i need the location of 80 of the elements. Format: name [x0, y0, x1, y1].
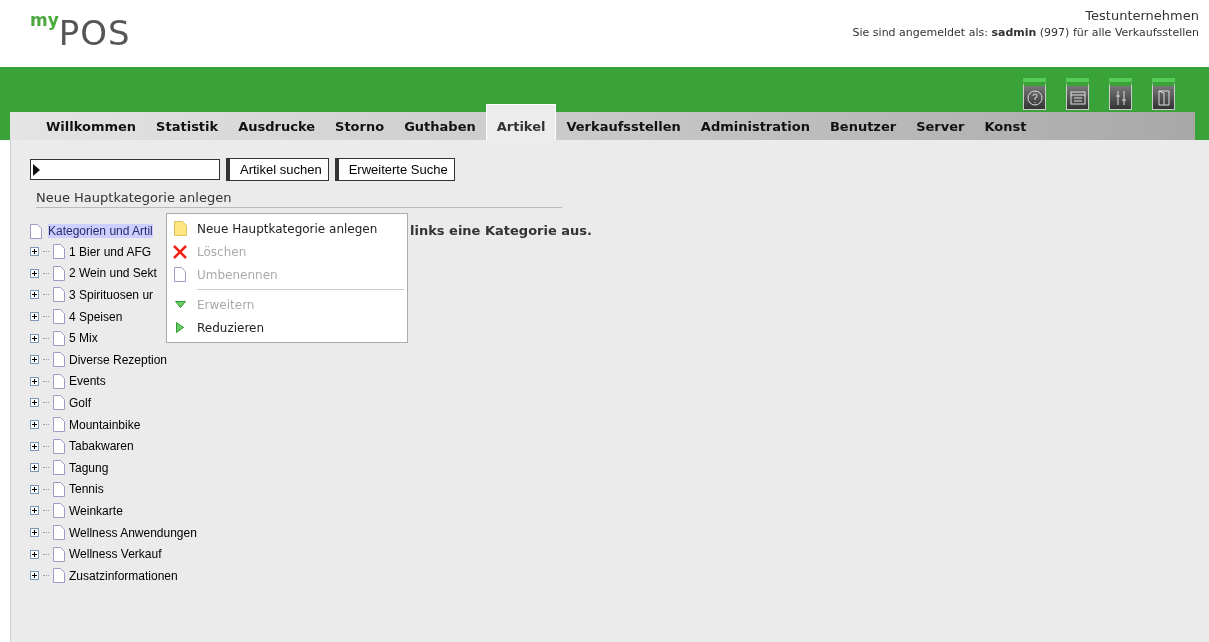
nav-tab[interactable]: Server	[906, 112, 975, 140]
new-category-link[interactable]: Neue Hauptkategorie anlegen	[36, 190, 562, 208]
nav-tab[interactable]: Storno	[325, 112, 395, 140]
nav-tab[interactable]: Konst	[974, 112, 1037, 140]
expand-icon[interactable]	[30, 268, 39, 278]
folder-icon	[173, 221, 187, 236]
tree-item[interactable]: Tabakwaren	[69, 439, 134, 454]
delete-icon	[173, 244, 187, 259]
tree-item[interactable]: Golf	[69, 395, 91, 410]
expand-icon[interactable]	[30, 420, 39, 430]
page-icon	[53, 244, 65, 260]
menu-item[interactable]: Neue Hauptkategorie anlegen	[167, 217, 407, 240]
expand-icon[interactable]	[30, 247, 39, 257]
help-icon[interactable]	[1026, 89, 1043, 106]
page-icon	[53, 481, 65, 497]
tree-item[interactable]: Zusatzinformationen	[69, 568, 178, 583]
nav-tab[interactable]: Benutzer	[819, 112, 907, 140]
expand-icon[interactable]	[30, 549, 39, 559]
door-icon[interactable]	[1157, 89, 1170, 106]
company-name: Testunternehmen	[1084, 8, 1199, 23]
expand-icon[interactable]	[30, 355, 39, 365]
tree-item[interactable]: 4 Speisen	[69, 309, 123, 324]
expand-icon[interactable]	[30, 312, 39, 322]
expand-icon[interactable]	[30, 376, 39, 386]
page-icon	[53, 503, 65, 519]
window-icon[interactable]	[1069, 90, 1086, 105]
page-icon	[53, 395, 65, 411]
tree-item[interactable]: Weinkarte	[69, 503, 123, 518]
expand-icon[interactable]	[30, 528, 39, 537]
tree-item[interactable]: Mountainbike	[69, 417, 141, 432]
page-icon	[53, 417, 65, 433]
page-icon	[53, 546, 65, 562]
page-icon	[53, 309, 65, 325]
page-icon	[53, 373, 65, 389]
right-triangle-icon	[176, 322, 184, 333]
expand-icon[interactable]	[30, 506, 39, 516]
tree-item[interactable]: Tagung	[69, 460, 109, 475]
expand-icon[interactable]	[30, 333, 39, 343]
tree-item[interactable]: 5 Mix	[69, 331, 98, 346]
search-field[interactable]	[30, 159, 220, 180]
page-icon	[30, 223, 42, 239]
tree-root[interactable]: Kategorien und Artil	[48, 224, 153, 238]
page-icon	[174, 267, 186, 282]
page-icon	[53, 438, 65, 454]
caret-icon	[33, 163, 40, 176]
page-icon	[53, 330, 65, 346]
tree-item[interactable]: Diverse Rezeption	[69, 352, 168, 367]
page-icon	[53, 525, 65, 540]
expand-icon[interactable]	[30, 290, 39, 300]
tree-item[interactable]: Events	[69, 374, 106, 389]
tree-item[interactable]: Wellness Anwendungen	[69, 525, 197, 540]
tree-item[interactable]: Tennis	[69, 482, 104, 497]
tree-item[interactable]: 1 Bier und AFG	[69, 244, 152, 259]
hint-text: links eine Kategorie aus.	[410, 223, 592, 238]
expand-icon[interactable]	[30, 463, 39, 473]
expand-icon[interactable]	[30, 441, 39, 451]
down-triangle-icon	[174, 301, 186, 308]
search-button[interactable]: Artikel suchen	[226, 158, 329, 181]
tree-item[interactable]: 3 Spirituosen ur	[69, 288, 154, 302]
expand-icon[interactable]	[30, 571, 39, 581]
nav-tab[interactable]: Statistik	[146, 112, 229, 140]
nav-tab[interactable]: Administration	[690, 112, 820, 140]
page-icon	[53, 265, 65, 281]
settings-icon[interactable]	[1113, 89, 1128, 106]
page-icon	[53, 568, 65, 584]
nav-tab[interactable]: Willkommen	[36, 112, 147, 140]
nav-tab[interactable]: Verkaufsstellen	[556, 112, 691, 140]
nav-tab[interactable]: Guthaben	[394, 112, 486, 140]
expand-icon[interactable]	[30, 484, 39, 494]
page-icon	[53, 287, 65, 303]
menu-item[interactable]: Reduzieren	[167, 316, 407, 339]
tree-item[interactable]: 2 Wein und Sekt	[69, 266, 157, 281]
tree-item[interactable]: Wellness Verkauf	[69, 547, 162, 562]
page-icon	[53, 460, 65, 476]
page-icon	[53, 352, 65, 368]
nav-tab[interactable]: Ausdrucke	[228, 112, 326, 140]
expand-icon[interactable]	[30, 398, 39, 408]
login-info: Sie sind angemeldet als: sadmin (997) für alle Verkaufsstellen	[852, 26, 1199, 39]
search-button[interactable]: Erweiterte Suche	[334, 158, 455, 181]
nav-tab[interactable]: Artikel	[485, 104, 557, 140]
